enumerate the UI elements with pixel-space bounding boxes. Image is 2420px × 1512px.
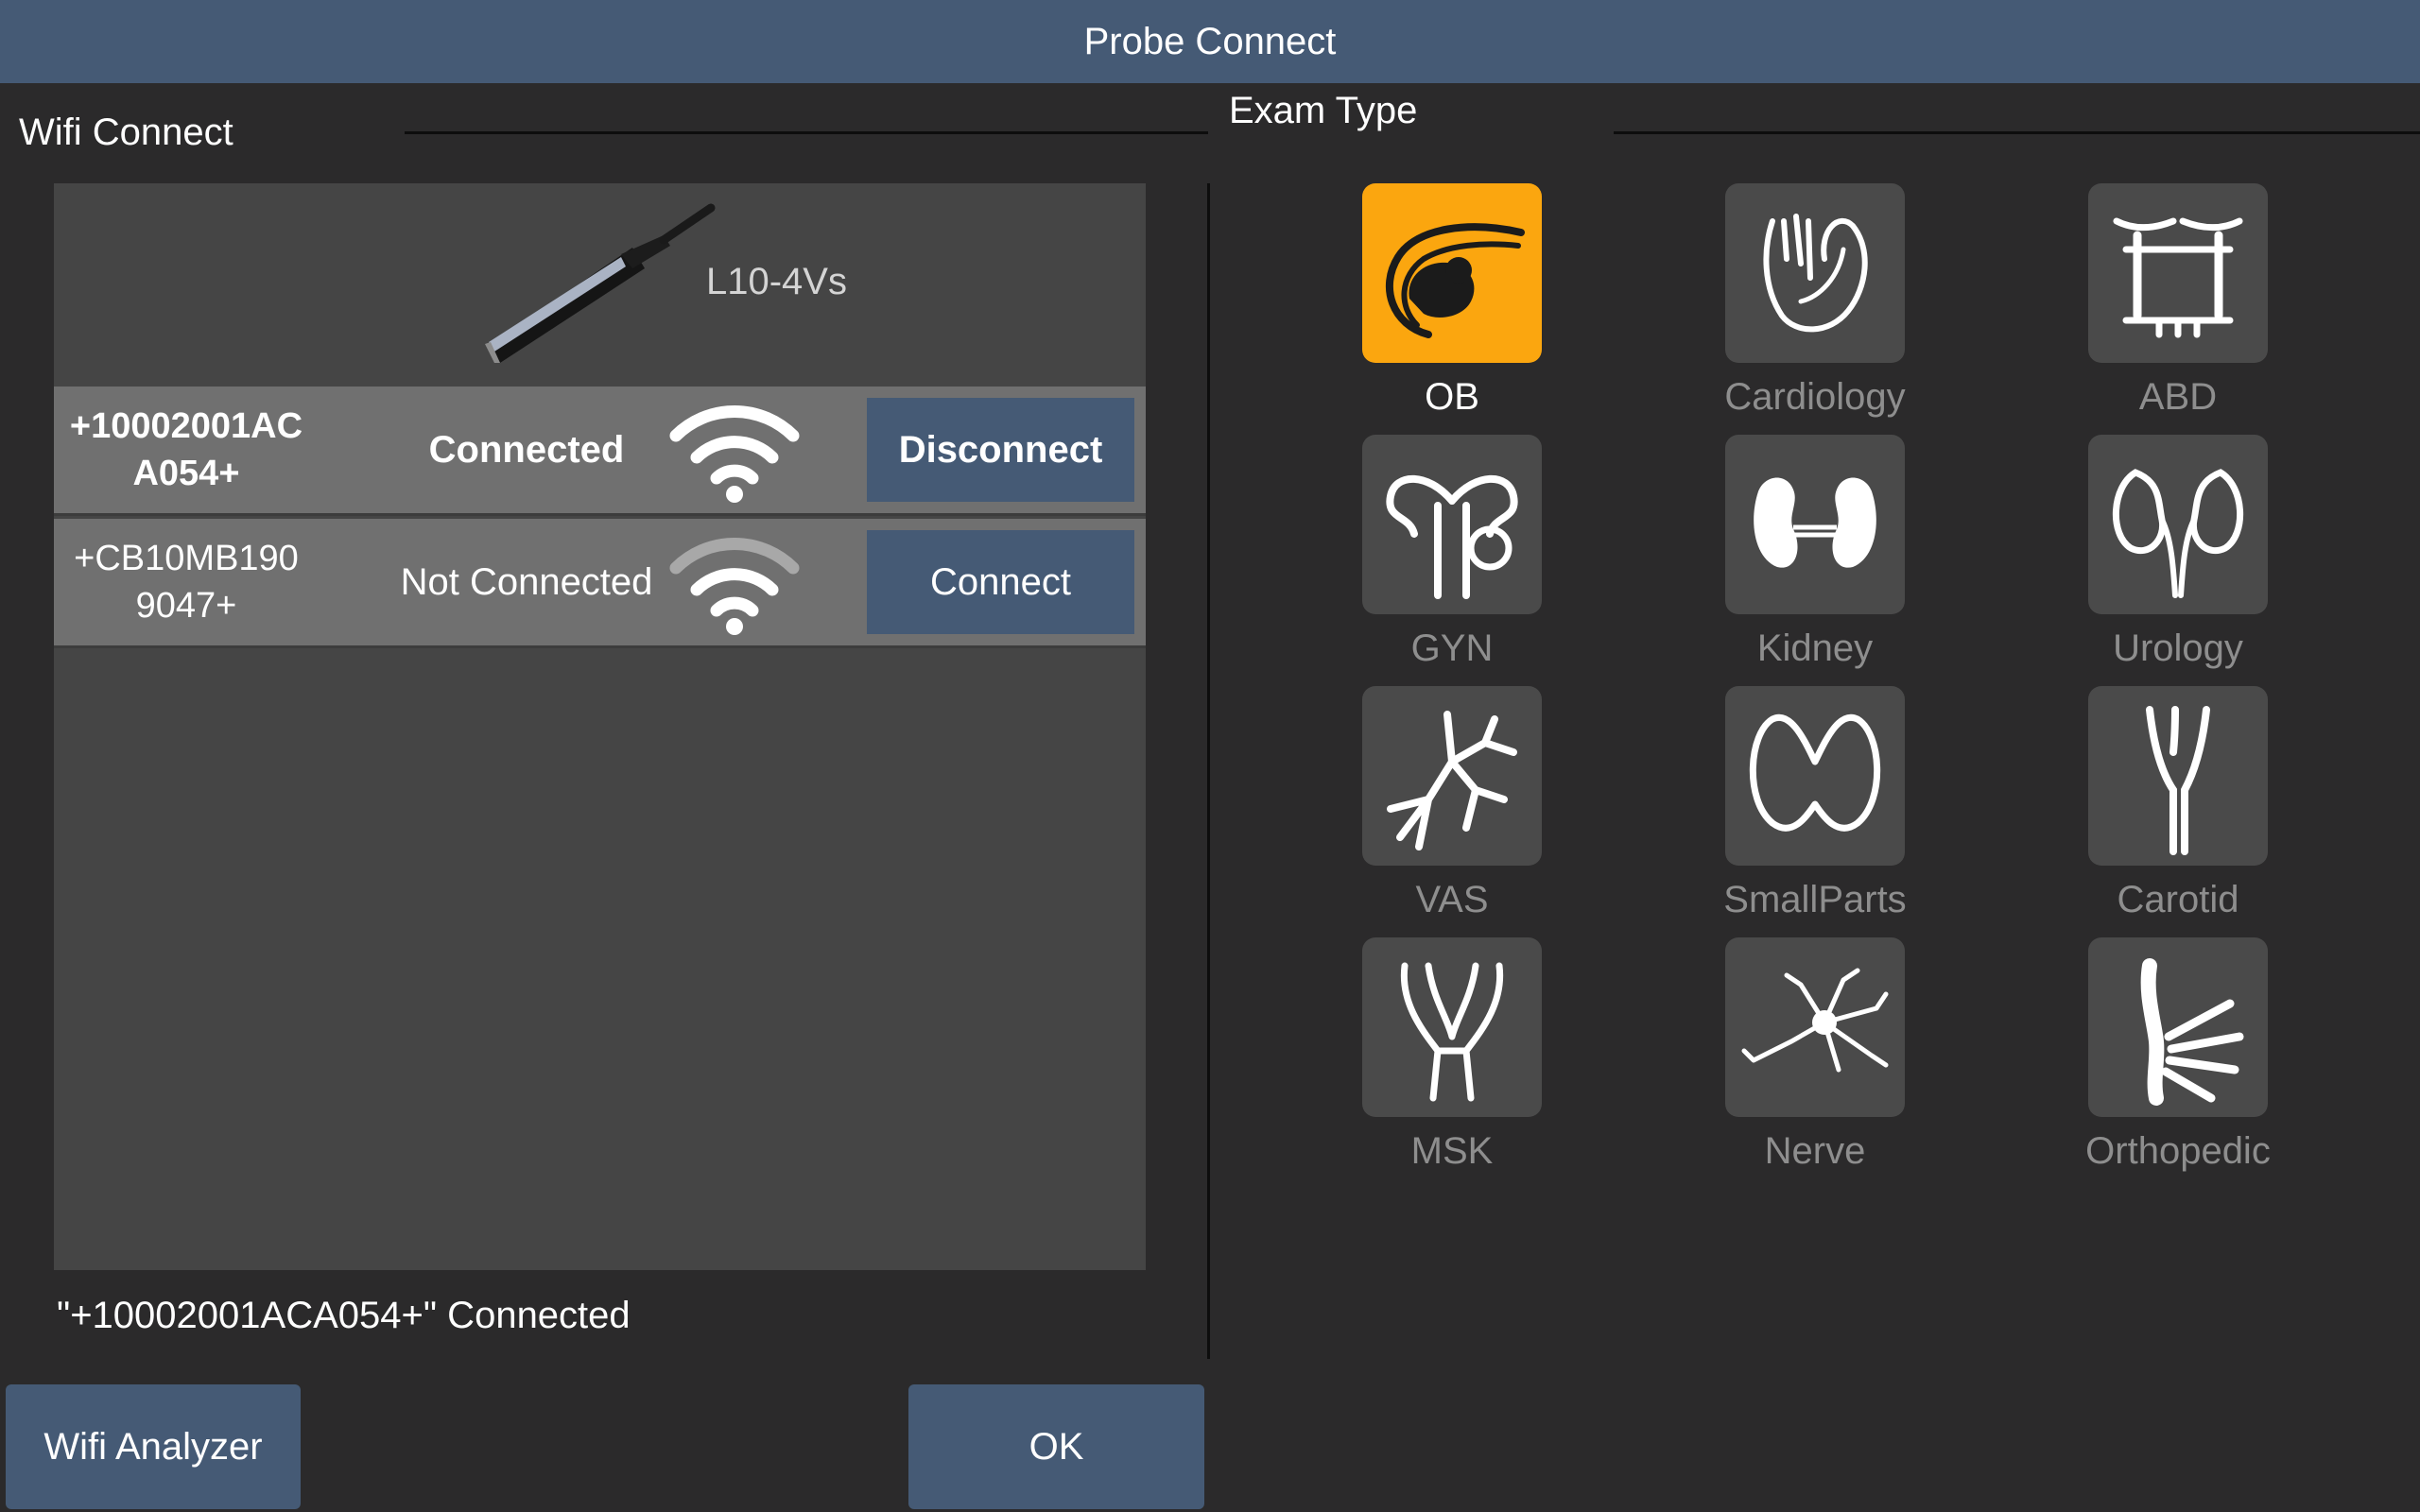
fetus-icon <box>1386 223 1525 338</box>
wifi-signal-icon <box>669 537 800 635</box>
exam-label-gyn: GYN <box>1410 627 1494 669</box>
probe-image-icon <box>485 203 716 363</box>
exam-label-abd: ABD <box>2138 376 2218 418</box>
section-divider <box>1207 183 1210 1359</box>
uterus-icon <box>1386 474 1518 599</box>
exam-tile-carotid[interactable] <box>2088 686 2268 866</box>
abdomen-icon <box>2113 217 2243 338</box>
probe-model-label: L10-4Vs <box>706 261 847 302</box>
exam-label-smallparts: SmallParts <box>1723 879 1907 920</box>
exam-tile-gyn[interactable] <box>1362 435 1542 614</box>
wifi-signal-icon <box>669 404 800 503</box>
exam-tile-nerve[interactable] <box>1725 937 1905 1117</box>
connect-button[interactable]: Connect <box>867 530 1134 634</box>
device-row-connected: +10002001AC A054+ Connected Disconnect <box>54 387 1146 516</box>
device-id: +10002001AC A054+ <box>69 406 303 493</box>
exam-tile-cardiology[interactable] <box>1725 183 1905 363</box>
exam-type-title: Exam Type <box>1229 90 1418 131</box>
exam-tile-smallparts[interactable] <box>1725 686 1905 866</box>
probe-header: L10-4Vs <box>54 183 1146 387</box>
muscle-icon <box>1400 962 1504 1102</box>
exam-tile-urology[interactable] <box>2088 435 2268 614</box>
exam-label-urology: Urology <box>2113 627 2243 669</box>
exam-label-kidney: Kidney <box>1756 627 1874 669</box>
exam-tile-kidney[interactable] <box>1725 435 1905 614</box>
exam-label-cardiology: Cardiology <box>1724 376 1906 418</box>
urinary-tract-icon <box>2112 469 2244 598</box>
exam-label-orthopedic: Orthopedic <box>2085 1130 2271 1172</box>
heart-icon <box>1763 214 1868 333</box>
wifi-connect-title: Wifi Connect <box>19 112 233 153</box>
exam-tile-msk[interactable] <box>1362 937 1542 1117</box>
window-title: Probe Connect <box>0 0 2420 83</box>
device-list-panel: L10-4Vs +10002001AC A054+ Connected Disc… <box>54 183 1146 1270</box>
carotid-icon <box>2146 706 2210 855</box>
exam-section-rule <box>1614 131 2420 134</box>
exam-label-carotid: Carotid <box>2117 879 2239 920</box>
exam-tile-vas[interactable] <box>1362 686 1542 866</box>
exam-label-vas: VAS <box>1415 879 1489 920</box>
device-id: +CB10MB190 9047+ <box>74 539 299 626</box>
connection-status-message: "+10002001ACA054+" Connected <box>57 1295 631 1336</box>
bone-icon <box>2140 958 2244 1106</box>
device-row-not-connected: +CB10MB190 9047+ Not Connected Connect <box>54 519 1146 648</box>
exam-label-msk: MSK <box>1410 1130 1494 1172</box>
disconnect-button[interactable]: Disconnect <box>867 398 1134 502</box>
kidney-icon <box>1754 477 1876 568</box>
exam-tile-ob[interactable] <box>1362 183 1542 363</box>
ok-button[interactable]: OK <box>908 1384 1204 1509</box>
exam-tile-abd[interactable] <box>2088 183 2268 363</box>
exam-label-nerve: Nerve <box>1764 1130 1866 1172</box>
wifi-section-rule <box>405 131 1208 134</box>
vessels-icon <box>1387 711 1517 850</box>
exam-label-ob: OB <box>1425 376 1479 418</box>
thyroid-icon <box>1749 713 1881 832</box>
neuron-icon <box>1741 968 1889 1073</box>
wifi-analyzer-button[interactable]: Wifi Analyzer <box>6 1384 301 1509</box>
exam-tile-orthopedic[interactable] <box>2088 937 2268 1117</box>
